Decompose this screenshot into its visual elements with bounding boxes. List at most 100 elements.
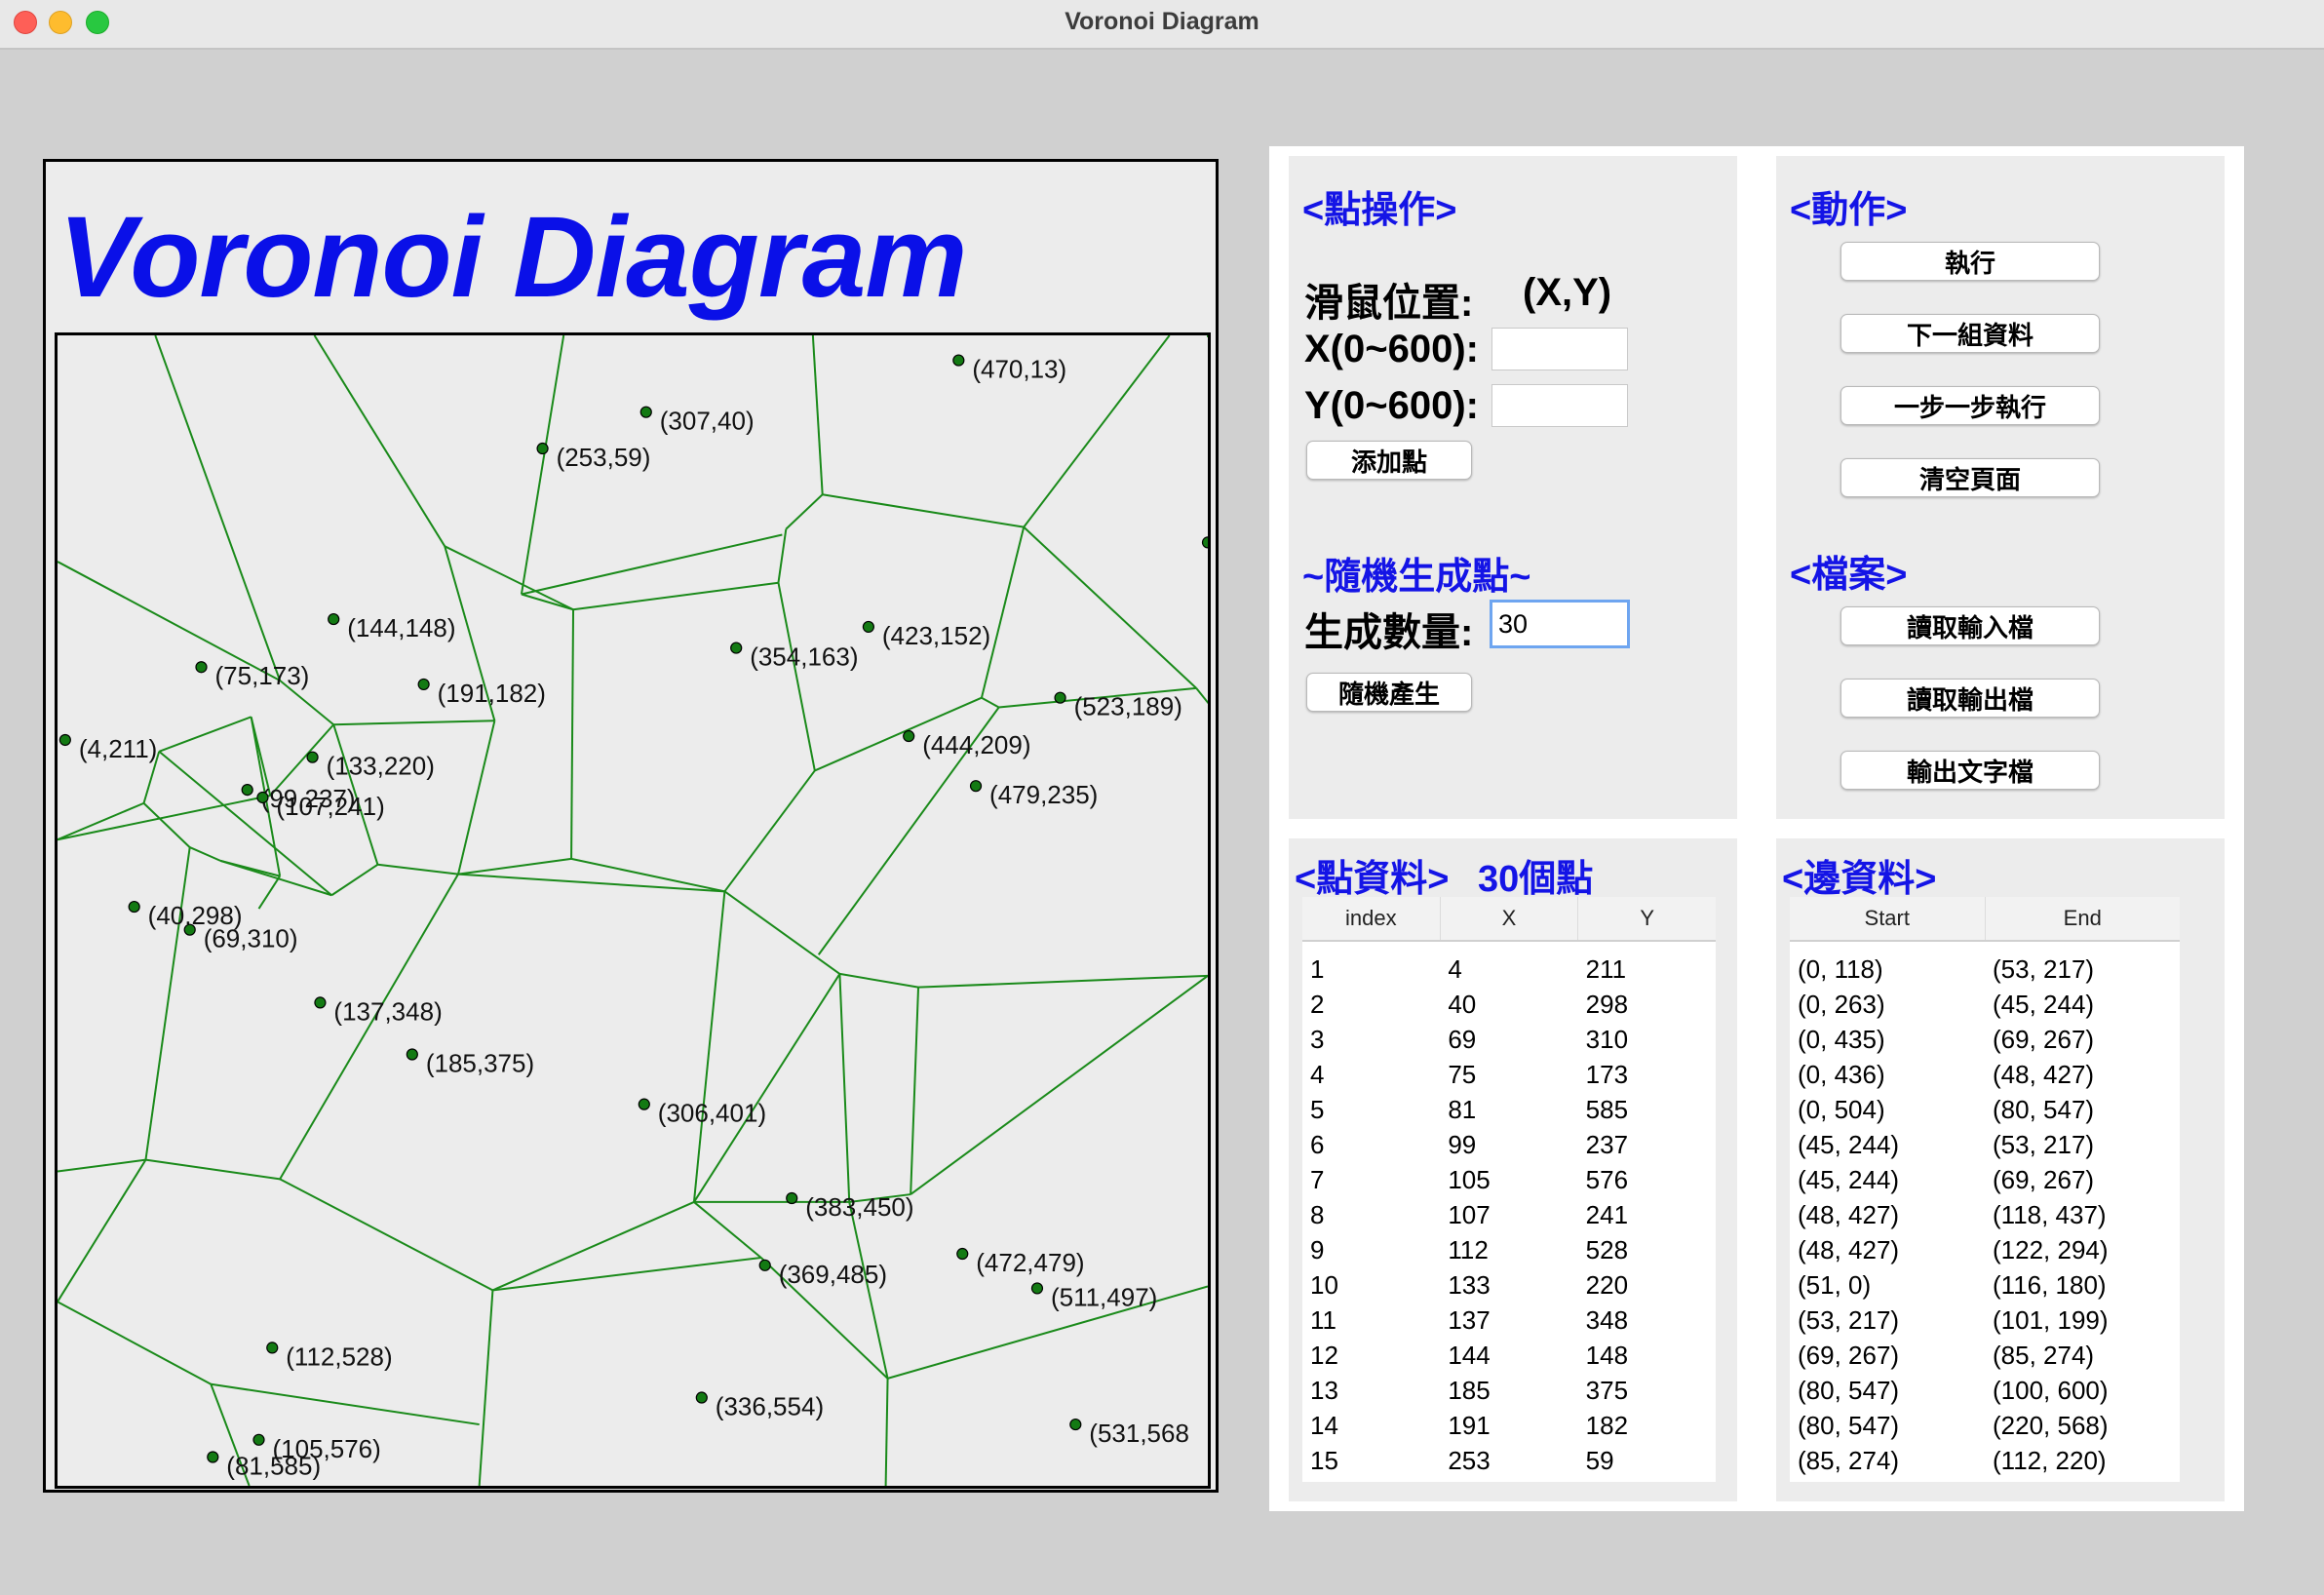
edges-table-row[interactable]: (85, 274) (112, 220) <box>1790 1443 2180 1478</box>
site-point[interactable] <box>638 1098 650 1110</box>
site-point[interactable] <box>1201 536 1209 549</box>
site-point[interactable] <box>1069 1418 1082 1431</box>
points-table-cell: 375 <box>1585 1376 1629 1405</box>
site-point[interactable] <box>207 1451 219 1463</box>
points-table-cell: 69 <box>1448 1025 1477 1054</box>
points-table-row[interactable]: 15 253 59 <box>1302 1443 1716 1478</box>
edges-table-cell: (53, 217) <box>1993 954 2095 984</box>
points-table-row[interactable]: 6 99 237 <box>1302 1127 1716 1162</box>
site-point[interactable] <box>58 733 71 747</box>
edges-table-row[interactable]: (45, 244) (69, 267) <box>1790 1162 2180 1197</box>
site-point[interactable] <box>417 678 430 691</box>
site-point[interactable] <box>758 1259 771 1271</box>
site-point[interactable] <box>256 791 269 804</box>
edges-table-row[interactable]: (48, 427) (122, 294) <box>1790 1232 2180 1267</box>
edges-table-cell: (0, 263) <box>1798 990 1885 1019</box>
points-table-cell: 10 <box>1310 1270 1338 1300</box>
voronoi-edge <box>693 1201 762 1259</box>
site-point[interactable] <box>730 642 743 654</box>
site-point[interactable] <box>695 1391 708 1404</box>
site-point[interactable] <box>969 780 983 793</box>
points-table-row[interactable]: 1 4 211 <box>1302 952 1716 987</box>
points-table-row[interactable]: 5 81 585 <box>1302 1092 1716 1127</box>
site-point[interactable] <box>241 784 253 797</box>
site-point[interactable] <box>252 1433 265 1446</box>
export-text-file-button[interactable]: 輸出文字檔 <box>1840 751 2100 790</box>
column-header-end[interactable]: End <box>1986 897 2181 940</box>
edges-table-row[interactable]: (0, 436) (48, 427) <box>1790 1057 2180 1092</box>
points-table-row[interactable]: 14 191 182 <box>1302 1408 1716 1443</box>
points-table-row[interactable]: 7 105 576 <box>1302 1162 1716 1197</box>
points-table-row[interactable]: 3 69 310 <box>1302 1022 1716 1057</box>
site-point[interactable] <box>903 729 915 743</box>
site-point[interactable] <box>862 620 875 634</box>
column-header-index[interactable]: index <box>1302 897 1441 940</box>
site-point[interactable] <box>128 900 140 914</box>
site-point[interactable] <box>306 751 319 763</box>
random-generate-button[interactable]: 隨機產生 <box>1306 673 1472 712</box>
next-data-button[interactable]: 下一組資料 <box>1840 314 2100 353</box>
edges-table-row[interactable]: (45, 244) (53, 217) <box>1790 1127 2180 1162</box>
points-table-row[interactable]: 9 112 528 <box>1302 1232 1716 1267</box>
edges-table-row[interactable]: (0, 504) (80, 547) <box>1790 1092 2180 1127</box>
edges-table-row[interactable]: (80, 547) (220, 568) <box>1790 1408 2180 1443</box>
edges-table-cell: (0, 118) <box>1798 954 1883 984</box>
site-point[interactable] <box>266 1342 279 1354</box>
site-point[interactable] <box>183 923 196 936</box>
y-coordinate-input[interactable] <box>1491 384 1628 427</box>
site-point[interactable] <box>536 442 549 455</box>
site-label: (75,173) <box>215 661 310 690</box>
site-point[interactable] <box>639 406 652 418</box>
edges-table-row[interactable]: (0, 118) (53, 217) <box>1790 952 2180 987</box>
step-run-button[interactable]: 一步一步執行 <box>1840 386 2100 425</box>
edges-table-row[interactable]: (0, 263) (45, 244) <box>1790 987 2180 1022</box>
voronoi-svg[interactable]: (470,13) (307,40) (253,59) (144,148) (75,173… <box>58 335 1208 1486</box>
points-table-row[interactable]: 11 137 348 <box>1302 1303 1716 1338</box>
site-label: (307,40) <box>660 407 755 436</box>
points-table-row[interactable]: 4 75 173 <box>1302 1057 1716 1092</box>
site-point[interactable] <box>952 354 965 367</box>
edges-table[interactable]: Start End (0, 118) (53, 217) (0, 263) (45, … <box>1790 897 2180 1482</box>
edges-table-row[interactable]: (48, 427) (118, 437) <box>1790 1197 2180 1232</box>
site-point[interactable] <box>1054 691 1066 704</box>
edges-table-row[interactable]: (0, 435) (69, 267) <box>1790 1022 2180 1057</box>
edges-table-row[interactable]: (69, 267) (85, 274) <box>1790 1338 2180 1373</box>
read-input-file-button[interactable]: 讀取輸入檔 <box>1840 606 2100 645</box>
edges-table-row[interactable]: (51, 0) (116, 180) <box>1790 1267 2180 1303</box>
run-button[interactable]: 執行 <box>1840 242 2100 281</box>
points-table-cell: 4 <box>1448 954 1462 984</box>
site-label: (69,310) <box>204 924 298 953</box>
x-coordinate-input[interactable] <box>1491 328 1628 370</box>
clear-page-button[interactable]: 清空頁面 <box>1840 458 2100 497</box>
voronoi-edge <box>457 720 496 875</box>
site-point[interactable] <box>314 996 327 1009</box>
column-header-start[interactable]: Start <box>1790 897 1986 940</box>
add-point-button[interactable]: 添加點 <box>1306 441 1472 480</box>
points-table-row[interactable]: 2 40 298 <box>1302 987 1716 1022</box>
voronoi-edge <box>693 973 841 1203</box>
voronoi-edge <box>154 335 282 681</box>
column-header-x[interactable]: X <box>1441 897 1579 940</box>
points-table-row[interactable]: 8 107 241 <box>1302 1197 1716 1232</box>
site-point[interactable] <box>406 1048 418 1061</box>
points-table-row[interactable]: 12 144 148 <box>1302 1338 1716 1373</box>
site-point[interactable] <box>328 612 340 626</box>
site-point[interactable] <box>786 1191 798 1205</box>
points-table-heading: <點資料> <box>1295 859 1450 900</box>
voronoi-edge <box>145 1158 281 1181</box>
edges-table-cell: (220, 568) <box>1993 1411 2109 1440</box>
edges-table-row[interactable]: (53, 217) (101, 199) <box>1790 1303 2180 1338</box>
points-table-row[interactable]: 10 133 220 <box>1302 1267 1716 1303</box>
voronoi-edge <box>144 846 191 1160</box>
site-point[interactable] <box>956 1247 969 1261</box>
read-output-file-button[interactable]: 讀取輸出檔 <box>1840 679 2100 718</box>
voronoi-canvas[interactable]: (470,13) (307,40) (253,59) (144,148) (75,173… <box>55 332 1211 1489</box>
points-table[interactable]: index X Y 1 4 211 2 40 298 3 69 310 4 75 173 5 81 585 6… <box>1302 897 1716 1482</box>
voronoi-edge <box>257 875 281 910</box>
site-point[interactable] <box>1030 1282 1044 1295</box>
count-input[interactable] <box>1490 600 1630 648</box>
site-point[interactable] <box>195 661 208 674</box>
points-table-row[interactable]: 13 185 375 <box>1302 1373 1716 1408</box>
column-header-y[interactable]: Y <box>1578 897 1716 940</box>
edges-table-row[interactable]: (80, 547) (100, 600) <box>1790 1373 2180 1408</box>
